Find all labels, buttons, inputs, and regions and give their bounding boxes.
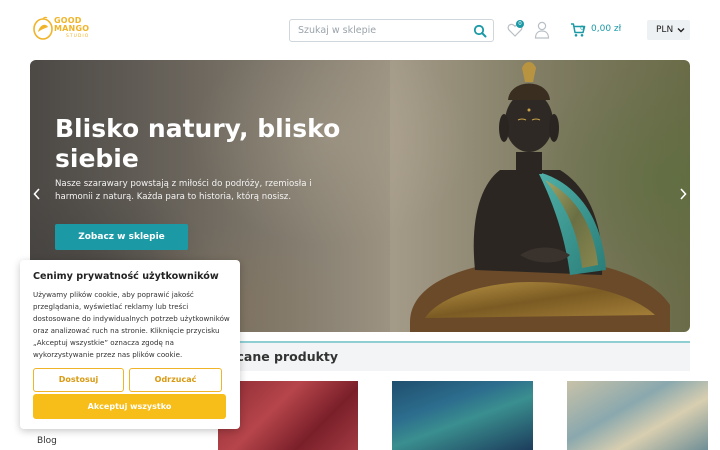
cart-total[interactable]: 0,00 zł — [591, 24, 621, 34]
see-in-shop-button[interactable]: Zobacz w sklepie — [55, 224, 188, 250]
site-header: GOOD MANGO STUDIO 0 0 0,00 zł PLN — [0, 0, 720, 60]
page: GOOD MANGO STUDIO 0 0 0,00 zł PLN — [0, 0, 720, 450]
mango-logo-icon — [33, 16, 53, 40]
logo-text-studio: STUDIO — [66, 34, 90, 39]
product-image-paisley-shawl[interactable] — [567, 381, 708, 450]
search-input[interactable] — [291, 21, 469, 40]
hero-description: Nasze szarawary powstają z miłości do po… — [55, 179, 312, 202]
chevron-left-icon[interactable] — [32, 187, 42, 201]
recommended-products-title: ecane produkty — [228, 349, 339, 364]
wishlist-count-badge: 0 — [516, 20, 524, 28]
currency-value: PLN — [656, 25, 674, 35]
cart-count-badge: 0 — [580, 25, 584, 32]
reject-button[interactable]: Odrzucać — [129, 368, 222, 392]
search-icon[interactable] — [473, 24, 487, 38]
accept-all-button[interactable]: Akceptuj wszystko — [33, 394, 226, 419]
search-box — [289, 19, 494, 42]
buddha-statue-image — [410, 62, 670, 332]
currency-select[interactable]: PLN — [647, 20, 690, 40]
logo[interactable]: GOOD MANGO STUDIO — [32, 15, 89, 43]
cookie-text: Używamy plików cookie, aby poprawić jako… — [33, 290, 230, 359]
chevron-right-icon[interactable] — [678, 187, 688, 201]
product-image-blue-shawl[interactable] — [392, 381, 533, 450]
cookie-consent-dialog: Cenimy prywatność użytkowników Używamy p… — [20, 260, 240, 429]
logo-text-mango: MANGO — [54, 24, 90, 33]
user-icon[interactable] — [534, 21, 550, 39]
customize-button[interactable]: Dostosuj — [33, 368, 124, 392]
chevron-down-icon — [677, 28, 685, 33]
hero-title: Blisko natury, blisko siebie — [55, 114, 341, 173]
sidebar-item-blog[interactable]: Blog — [37, 436, 57, 446]
cookie-title: Cenimy prywatność użytkowników — [33, 271, 219, 282]
